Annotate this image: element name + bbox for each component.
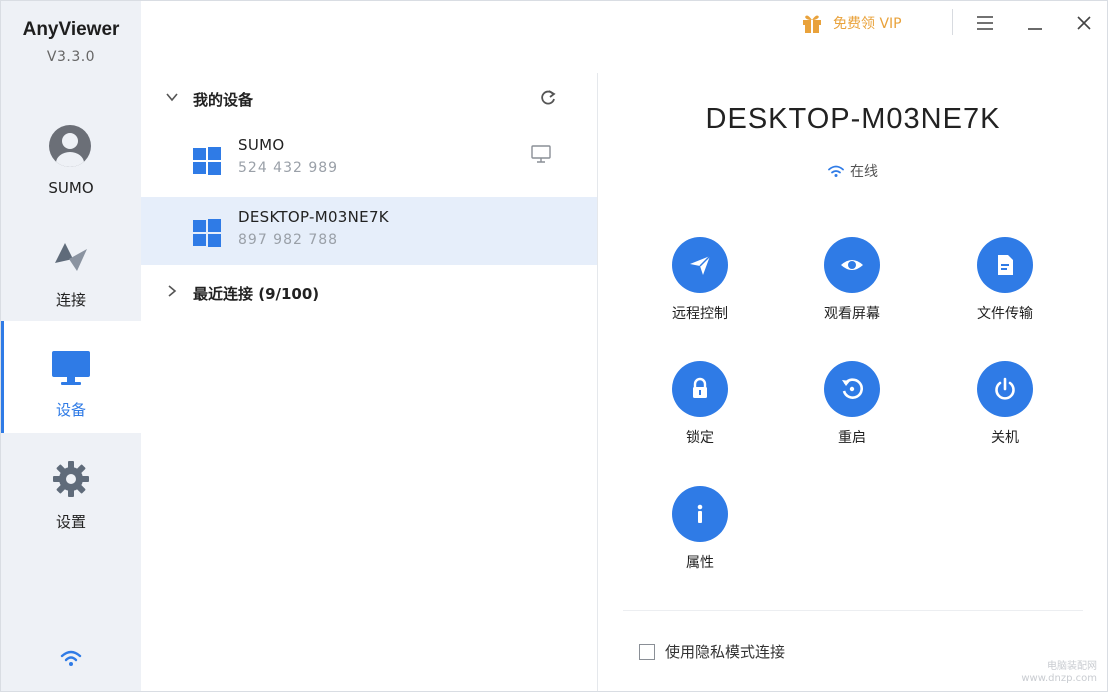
action-label: 属性	[686, 555, 714, 571]
windows-icon	[193, 219, 221, 247]
wifi-icon	[60, 649, 82, 667]
device-row[interactable]: SUMO 524 432 989	[141, 125, 597, 193]
monitor-icon	[49, 345, 93, 389]
app-name: AnyViewer	[22, 19, 120, 40]
action-label: 关机	[991, 430, 1019, 446]
local-device-monitor-icon	[531, 145, 551, 163]
wifi-icon	[828, 165, 844, 177]
restart-icon	[824, 361, 880, 417]
device-id: 524 432 989	[238, 160, 339, 176]
windows-icon	[193, 147, 221, 175]
sidebar-item-connect[interactable]: 连接	[1, 211, 141, 323]
my-devices-toggle[interactable]: 我的设备	[165, 87, 253, 111]
brand: AnyViewer V3.3.0	[1, 19, 141, 65]
power-icon	[977, 361, 1033, 417]
sidebar-item-label: 连接	[55, 291, 86, 309]
close-button[interactable]	[1072, 11, 1096, 35]
sidebar-item-label: 设置	[55, 513, 86, 531]
eye-icon	[824, 237, 880, 293]
action-label: 观看屏幕	[824, 306, 880, 322]
device-list-panel: 我的设备 SUMO 524 432 989 DESKTOP-M03NE7K 89…	[141, 73, 598, 691]
sidebar-item-label: 设备	[55, 401, 86, 419]
divider	[623, 610, 1083, 611]
device-row[interactable]: DESKTOP-M03NE7K 897 982 788	[141, 197, 597, 265]
remote-control-button[interactable]: 远程控制	[645, 237, 755, 333]
sidebar-item-label: SUMO	[48, 179, 94, 197]
action-label: 远程控制	[672, 306, 728, 322]
device-detail-panel: DESKTOP-M03NE7K 在线 远程控制 观看屏幕 文件传输 锁定 重启 …	[599, 73, 1107, 691]
sidebar-item-devices[interactable]: 设备	[1, 321, 141, 433]
recent-connections-toggle[interactable]: 最近连接 (9/100)	[165, 281, 319, 305]
connect-icon	[49, 235, 93, 279]
watermark: 电脑装配网 www.dnzp.com	[1021, 661, 1097, 684]
device-status: 在线	[599, 161, 1107, 181]
vip-button[interactable]: 免费领 VIP	[801, 11, 902, 35]
action-label: 锁定	[686, 430, 714, 446]
properties-button[interactable]: 属性	[645, 486, 755, 582]
action-label: 文件传输	[977, 306, 1033, 322]
menu-icon	[977, 16, 993, 30]
shutdown-button[interactable]: 关机	[950, 361, 1060, 457]
lock-button[interactable]: 锁定	[645, 361, 755, 457]
gear-icon	[49, 457, 93, 501]
app-window: AnyViewer V3.3.0 SUMO 连接 设备 设置 免费领 VIP 我…	[0, 0, 1108, 692]
sidebar: AnyViewer V3.3.0 SUMO 连接 设备 设置	[1, 1, 141, 691]
avatar-icon	[49, 125, 93, 169]
close-icon	[1077, 16, 1091, 30]
minimize-icon	[1028, 28, 1042, 30]
sidebar-item-account[interactable]: SUMO	[1, 101, 141, 213]
info-icon	[672, 486, 728, 542]
file-icon	[977, 237, 1033, 293]
minimize-button[interactable]	[1023, 11, 1047, 35]
action-label: 重启	[838, 430, 866, 446]
refresh-icon	[541, 90, 556, 105]
restart-button[interactable]: 重启	[797, 361, 907, 457]
device-id: 897 982 788	[238, 232, 339, 248]
checkbox-box[interactable]	[639, 643, 655, 660]
view-screen-button[interactable]: 观看屏幕	[797, 237, 907, 333]
chevron-down-icon	[165, 90, 179, 108]
device-name: DESKTOP-M03NE7K	[238, 208, 389, 226]
refresh-button[interactable]	[539, 89, 557, 107]
recent-connections-label: 最近连接 (9/100)	[193, 284, 320, 303]
menu-button[interactable]	[973, 11, 997, 35]
lock-icon	[672, 361, 728, 417]
vip-label: 免费领 VIP	[833, 16, 902, 32]
send-icon	[672, 237, 728, 293]
status-text: 在线	[850, 164, 878, 180]
privacy-mode-label: 使用隐私模式连接	[665, 643, 786, 661]
sidebar-item-settings[interactable]: 设置	[1, 433, 141, 545]
device-name: SUMO	[238, 136, 285, 154]
privacy-mode-checkbox[interactable]: 使用隐私模式连接	[639, 641, 785, 662]
file-transfer-button[interactable]: 文件传输	[950, 237, 1060, 333]
device-title: DESKTOP-M03NE7K	[705, 103, 1001, 135]
titlebar-divider	[952, 9, 953, 35]
chevron-right-icon	[165, 284, 179, 302]
gift-icon	[803, 15, 821, 33]
app-version: V3.3.0	[46, 49, 96, 65]
my-devices-label: 我的设备	[193, 90, 254, 109]
